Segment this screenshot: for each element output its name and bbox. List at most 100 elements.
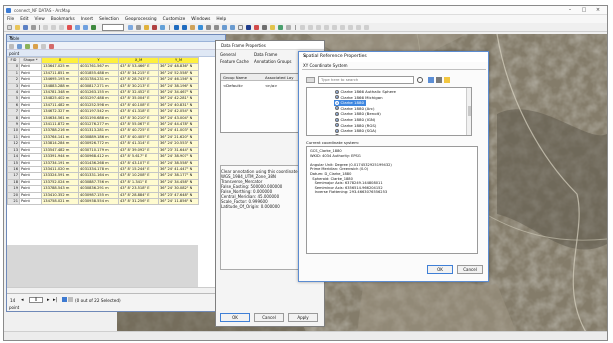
tab-general[interactable]: General xyxy=(220,52,236,57)
spatial-reference-cancel-button[interactable]: Cancel xyxy=(457,265,483,274)
pan-hand-icon[interactable] xyxy=(190,25,195,30)
delete-selected-icon[interactable] xyxy=(49,43,54,49)
coordinate-list-item[interactable]: Clarke 1880 (Benoit) xyxy=(334,111,383,117)
related-tables-icon[interactable] xyxy=(17,43,22,49)
menu-view[interactable]: View xyxy=(35,17,45,22)
menu-geoprocessing[interactable]: Geoprocessing xyxy=(125,17,157,22)
coordinate-list-item[interactable]: Clarke 1866 Authalic Sphere xyxy=(334,89,398,95)
data-frame-apply-button[interactable]: Apply xyxy=(288,313,318,322)
select-by-attributes-icon[interactable] xyxy=(25,43,30,49)
undo-icon[interactable] xyxy=(75,25,80,30)
coordinate-list-scrollbar[interactable] xyxy=(466,88,471,135)
redo-icon[interactable] xyxy=(83,25,88,30)
editor-toolbar-icon[interactable] xyxy=(128,25,133,30)
data-frame-cancel-button[interactable]: Cancel xyxy=(254,313,284,322)
draw-point-icon[interactable] xyxy=(324,25,329,30)
back-extent-icon[interactable] xyxy=(222,25,227,30)
draw-line-icon[interactable] xyxy=(316,25,321,30)
delete-icon[interactable] xyxy=(67,25,72,30)
show-selected-records-icon[interactable] xyxy=(68,297,73,302)
spatial-reference-close-button[interactable]: × xyxy=(303,54,483,59)
coordinate-system-list[interactable]: Everest (definition 1967)Clarke 1880 (SG… xyxy=(306,87,472,136)
zoom-in-icon[interactable] xyxy=(174,25,179,30)
draw-text-icon[interactable] xyxy=(300,25,305,30)
coordinate-list-scroll-thumb[interactable] xyxy=(467,106,471,116)
forward-extent-icon[interactable] xyxy=(230,25,235,30)
full-extent-icon[interactable] xyxy=(198,25,203,30)
create-viewer-icon[interactable] xyxy=(286,25,291,30)
coordinate-search-input[interactable]: Type here to search xyxy=(318,76,414,84)
line-color-icon[interactable] xyxy=(348,25,353,30)
table-bottom-tab[interactable]: point xyxy=(9,305,19,310)
menu-file[interactable]: File xyxy=(7,17,14,22)
tab-xy-coordinate-system[interactable]: XY Coordinate System xyxy=(303,63,348,68)
arctoolbox-icon[interactable] xyxy=(152,25,157,30)
tab-annotation-groups[interactable]: Annotation Groups xyxy=(254,59,291,64)
minimize-button[interactable]: – xyxy=(563,7,577,14)
coordinate-list-item[interactable]: Clarke 1880 (SGA) xyxy=(334,128,378,134)
coordinate-list-item[interactable]: Clarke 1880 (RGS) xyxy=(334,123,378,129)
fixed-zoom-in-icon[interactable] xyxy=(206,25,211,30)
measure-icon[interactable] xyxy=(262,25,267,30)
table-close-button[interactable]: × xyxy=(9,35,222,41)
shadow-icon[interactable] xyxy=(356,25,361,30)
first-record-icon[interactable]: ◂ xyxy=(21,297,24,303)
menu-help[interactable]: Help xyxy=(216,17,226,22)
record-position-input[interactable]: 0 xyxy=(29,297,43,303)
find-icon[interactable] xyxy=(254,25,259,30)
clear-selection-icon[interactable] xyxy=(41,43,46,49)
star-favorites-icon[interactable] xyxy=(444,77,450,83)
save-icon[interactable] xyxy=(23,25,28,30)
spatial-reference-ok-button[interactable]: OK xyxy=(427,265,453,274)
tab-data-frame[interactable]: Data Frame xyxy=(254,52,277,57)
next-record-icon[interactable]: ▸ xyxy=(47,297,50,303)
maximize-button[interactable]: □ xyxy=(577,7,591,14)
coordinate-list-item[interactable]: Clarke 1880 (IGN) xyxy=(334,117,377,123)
menu-bookmarks[interactable]: Bookmarks xyxy=(51,17,75,22)
python-icon[interactable] xyxy=(160,25,165,30)
menu-edit[interactable]: Edit xyxy=(20,17,28,22)
align-icon[interactable] xyxy=(364,25,369,30)
select-features-icon[interactable] xyxy=(238,25,243,30)
fill-color-icon[interactable] xyxy=(340,25,345,30)
last-record-icon[interactable]: ▸| xyxy=(53,297,57,303)
tab-feature-cache[interactable]: Feature Cache xyxy=(220,59,249,64)
menu-selection[interactable]: Selection xyxy=(99,17,119,22)
data-frame-ok-button[interactable]: OK xyxy=(220,313,250,322)
table-options-icon[interactable] xyxy=(9,43,14,49)
close-window-button[interactable]: × xyxy=(591,7,605,14)
copy-icon[interactable] xyxy=(51,25,56,30)
globe-dropdown-icon[interactable] xyxy=(436,77,442,83)
add-data-icon[interactable] xyxy=(91,25,96,30)
coordinate-list-item[interactable]: Everest (definition 1967) xyxy=(334,134,391,135)
table-of-contents-icon[interactable] xyxy=(136,25,141,30)
search-icon[interactable] xyxy=(417,77,423,83)
switch-selection-icon[interactable] xyxy=(33,43,38,49)
open-folder-icon[interactable] xyxy=(15,25,20,30)
table-row[interactable]: 21 Point 134758.021 m 4030938.554 m 43° 8' 3… xyxy=(7,197,199,206)
filter-dropdown-icon[interactable] xyxy=(306,77,315,83)
show-all-records-icon[interactable] xyxy=(62,297,67,302)
fixed-zoom-out-icon[interactable] xyxy=(214,25,219,30)
draw-rectangle-icon[interactable] xyxy=(308,25,313,30)
zoom-out-icon[interactable] xyxy=(182,25,187,30)
menu-windows[interactable]: Windows xyxy=(191,17,210,22)
catalog-icon[interactable] xyxy=(144,25,149,30)
font-icon[interactable] xyxy=(332,25,337,30)
print-icon[interactable] xyxy=(31,25,36,30)
new-map-icon[interactable] xyxy=(7,25,12,30)
map-scale-input[interactable] xyxy=(102,24,124,31)
identify-icon[interactable] xyxy=(246,25,251,30)
menu-insert[interactable]: Insert xyxy=(81,17,93,22)
menu-customize[interactable]: Customize xyxy=(163,17,186,22)
coordinate-list-item[interactable]: Clarke 1866 Michigan xyxy=(334,95,385,101)
coordinate-list-item-label: Clarke 1866 Authalic Sphere xyxy=(340,89,396,94)
add-to-favorites-icon[interactable] xyxy=(428,77,434,83)
coordinate-list-item[interactable]: Clarke 1880 xyxy=(334,100,366,106)
time-slider-icon[interactable] xyxy=(278,25,283,30)
paste-icon[interactable] xyxy=(59,25,64,30)
table-layer-tab[interactable]: point xyxy=(7,50,225,57)
cut-icon[interactable] xyxy=(43,25,48,30)
coordinate-list-item[interactable]: Clarke 1880 (Arc) xyxy=(334,106,377,112)
hyperlink-icon[interactable] xyxy=(270,25,275,30)
